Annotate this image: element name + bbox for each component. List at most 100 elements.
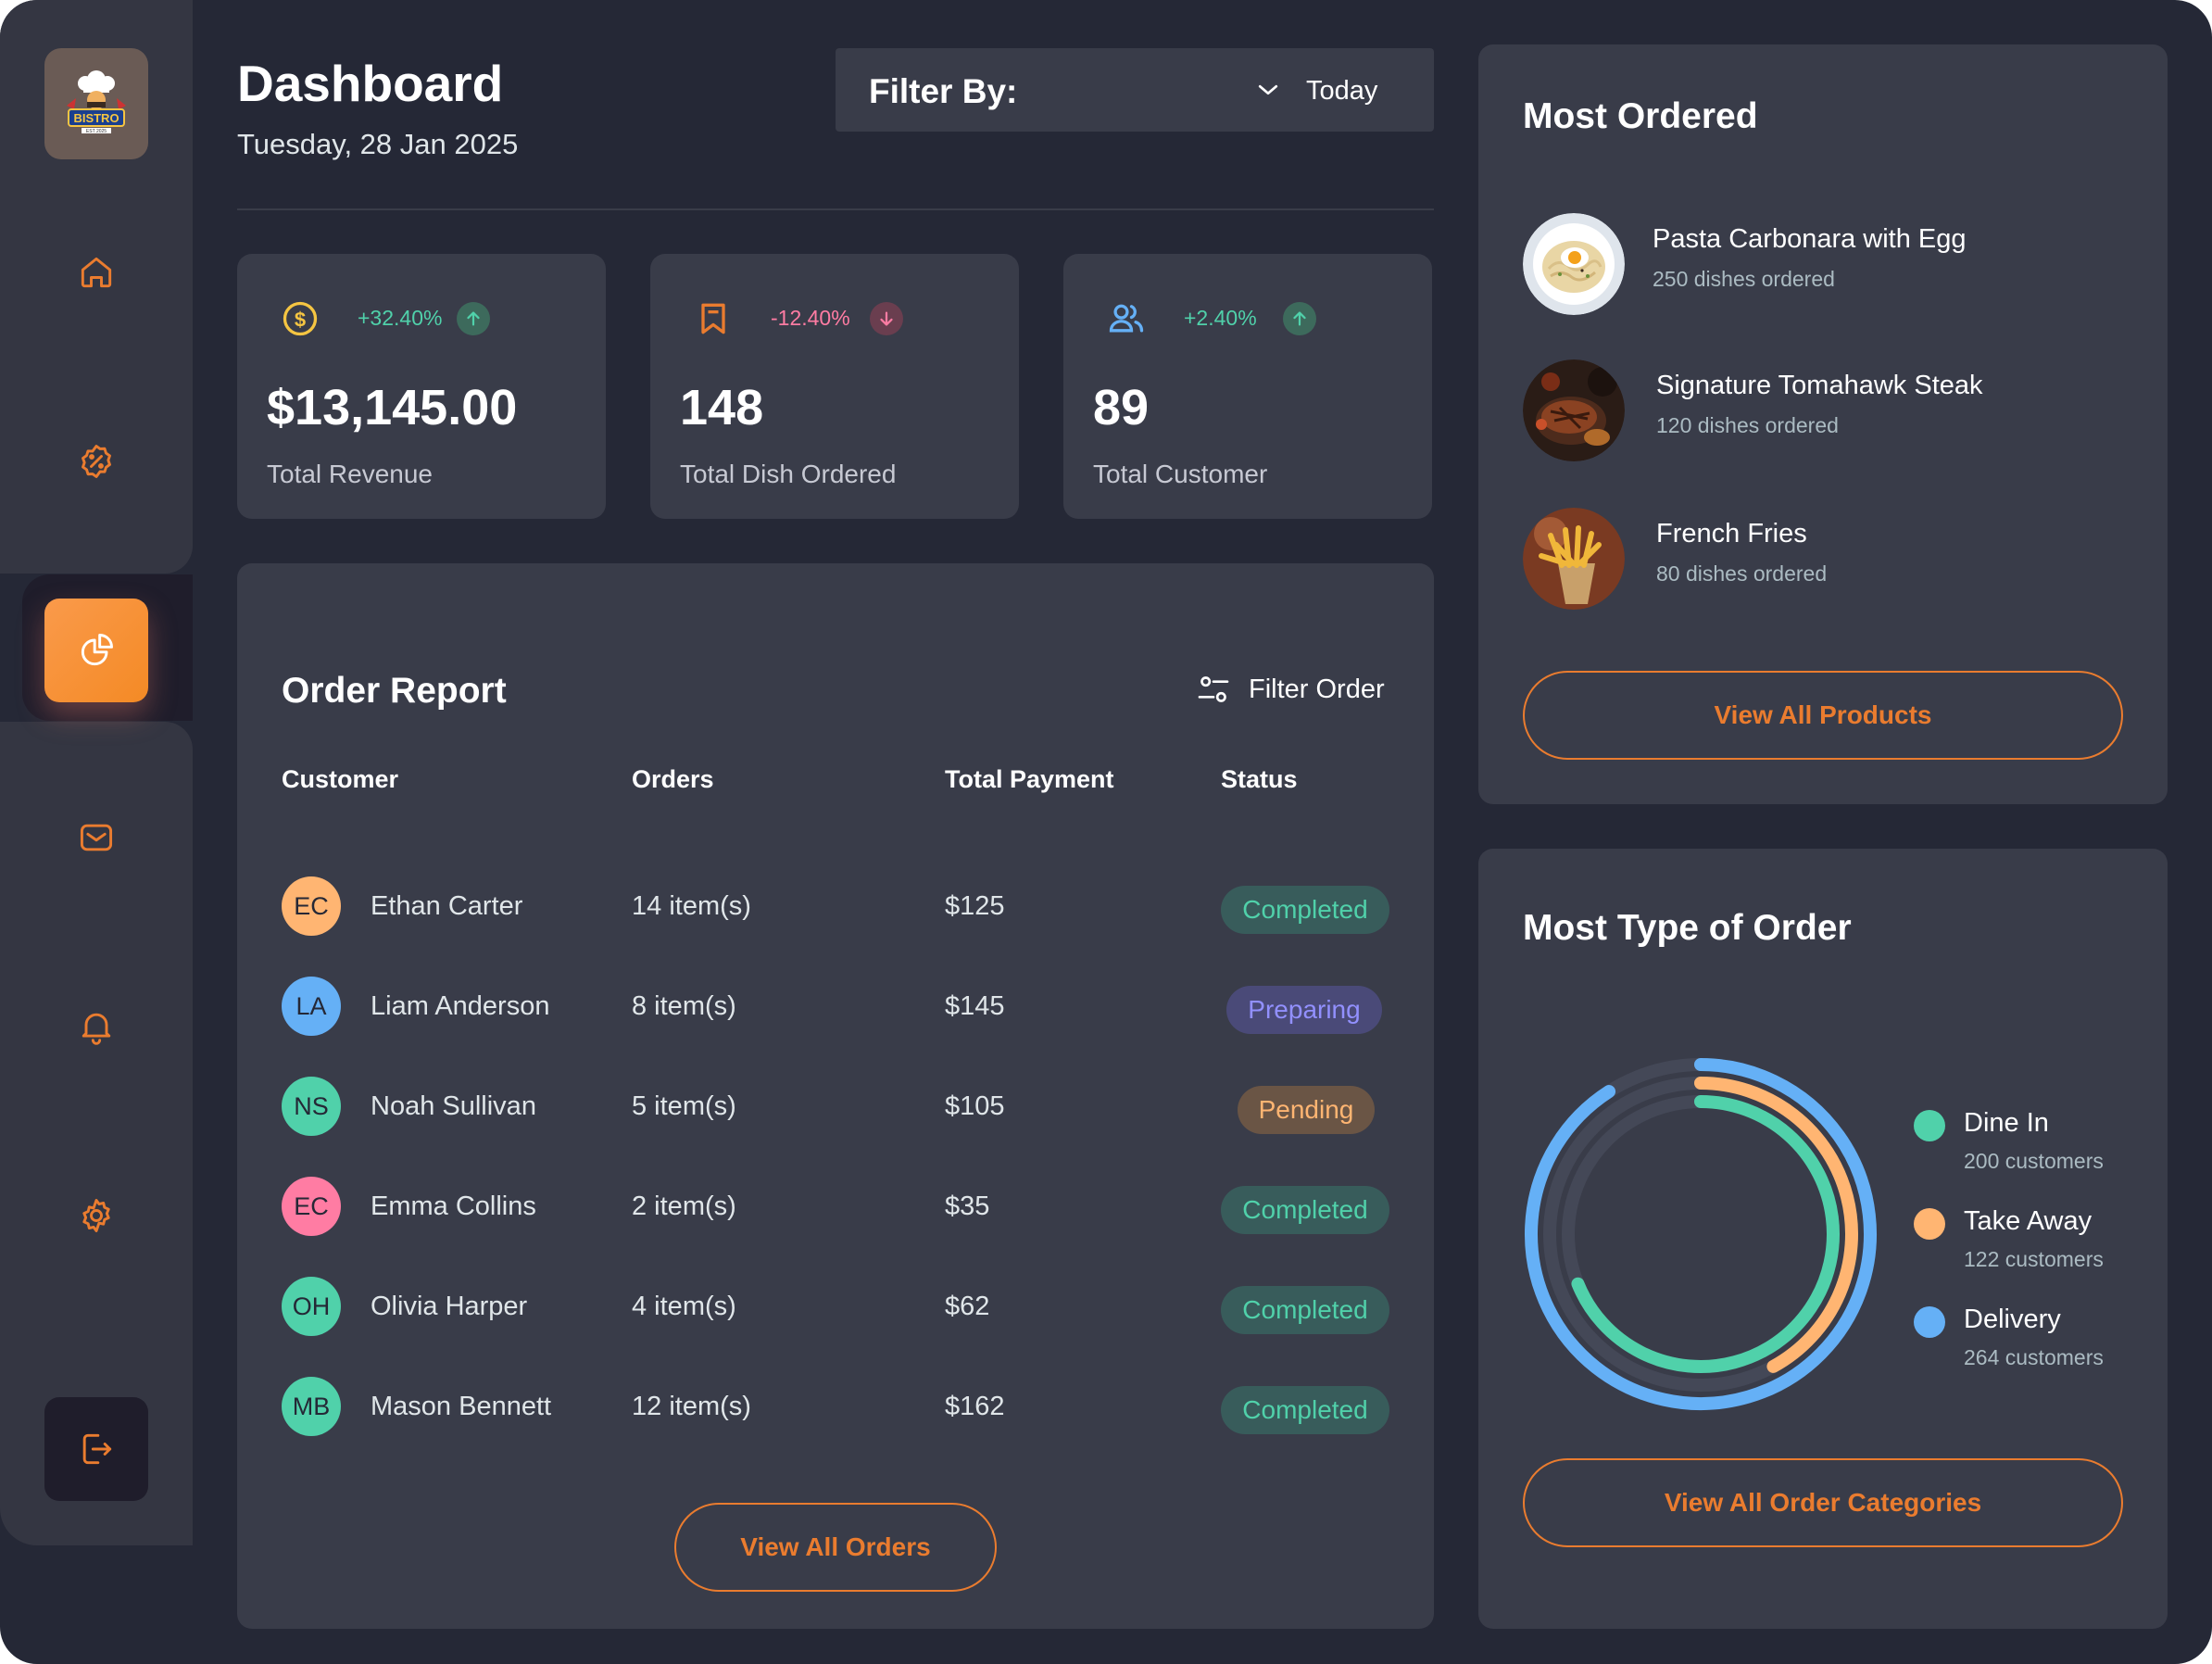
legend-dot bbox=[1914, 1208, 1945, 1240]
home-icon bbox=[81, 257, 112, 288]
stat-change: +32.40% bbox=[358, 306, 443, 330]
order-report-title: Order Report bbox=[282, 671, 507, 711]
stat-label: Total Dish Ordered bbox=[680, 460, 897, 488]
customer-name: Liam Anderson bbox=[371, 991, 550, 1021]
filter-label: Filter By: bbox=[869, 72, 1018, 110]
status-badge: Pending bbox=[1238, 1086, 1375, 1134]
svg-text:$: $ bbox=[295, 308, 306, 331]
sidebar-item-notifications[interactable] bbox=[44, 975, 148, 1078]
most-ordered-panel: Most Ordered Pasta Carbonara with Egg 25… bbox=[1478, 44, 2168, 804]
payment-amount: $125 bbox=[945, 891, 1005, 921]
payment-amount: $105 bbox=[945, 1091, 1005, 1121]
table-row[interactable]: LA Liam Anderson 8 item(s) $145 Preparin… bbox=[237, 969, 1434, 1043]
bookmark-icon bbox=[701, 303, 725, 334]
order-count: 4 item(s) bbox=[632, 1292, 736, 1321]
stat-card-dishes: -12.40% 148 Total Dish Ordered bbox=[650, 254, 1019, 519]
filter-order-button[interactable]: Filter Order bbox=[1195, 671, 1385, 708]
order-count: 5 item(s) bbox=[632, 1091, 736, 1121]
list-item[interactable]: Pasta Carbonara with Egg 250 dishes orde… bbox=[1523, 213, 2116, 317]
radial-bar-delivery bbox=[1525, 1058, 1877, 1410]
payment-amount: $35 bbox=[945, 1191, 990, 1221]
header-divider bbox=[237, 208, 1434, 210]
avatar: OH bbox=[282, 1277, 341, 1336]
chef-logo-icon: BISTRO EST 2025 bbox=[67, 70, 126, 134]
avatar: MB bbox=[282, 1377, 341, 1436]
sidebar-item-discount[interactable] bbox=[44, 410, 148, 513]
stat-value: $13,145.00 bbox=[267, 380, 518, 435]
sliders-icon bbox=[1198, 676, 1229, 702]
arrow-down-icon bbox=[870, 302, 903, 335]
customer-name: Olivia Harper bbox=[371, 1292, 528, 1321]
customer-name: Emma Collins bbox=[371, 1191, 536, 1221]
dish-name: Signature Tomahawk Steak bbox=[1656, 371, 1983, 400]
dish-name: Pasta Carbonara with Egg bbox=[1653, 224, 1967, 254]
column-header-customer: Customer bbox=[282, 765, 399, 793]
sidebar-item-dashboard[interactable] bbox=[44, 599, 148, 702]
most-ordered-title: Most Ordered bbox=[1523, 96, 1758, 136]
legend-dot bbox=[1914, 1110, 1945, 1141]
logout-icon bbox=[82, 1433, 112, 1465]
legend-item-dine-in: Dine In 200 customers bbox=[1914, 1104, 2155, 1188]
sidebar-item-settings[interactable] bbox=[44, 1164, 148, 1267]
status-badge: Completed bbox=[1221, 1186, 1389, 1234]
customer-name: Mason Bennett bbox=[371, 1392, 552, 1421]
table-row[interactable]: EC Ethan Carter 14 item(s) $125 Complete… bbox=[237, 869, 1434, 943]
table-row[interactable]: EC Emma Collins 2 item(s) $35 Completed bbox=[237, 1169, 1434, 1243]
customer-name: Noah Sullivan bbox=[371, 1091, 536, 1121]
order-count: 12 item(s) bbox=[632, 1392, 751, 1421]
stat-value: 89 bbox=[1093, 380, 1150, 435]
sidebar-item-messages[interactable] bbox=[44, 786, 148, 889]
view-all-products-button[interactable]: View All Products bbox=[1523, 671, 2123, 760]
order-count: 8 item(s) bbox=[632, 991, 736, 1021]
list-item[interactable]: French Fries 80 dishes ordered bbox=[1523, 508, 2116, 611]
french-fries-image bbox=[1523, 508, 1625, 610]
status-badge: Preparing bbox=[1226, 986, 1382, 1034]
arrow-up-icon bbox=[457, 302, 490, 335]
brand-logo[interactable]: BISTRO EST 2025 bbox=[44, 48, 148, 159]
chevron-down-icon bbox=[1258, 84, 1278, 95]
current-date: Tuesday, 28 Jan 2025 bbox=[237, 128, 519, 160]
sidebar-item-logout[interactable] bbox=[44, 1397, 148, 1501]
table-row[interactable]: OH Olivia Harper 4 item(s) $62 Completed bbox=[237, 1269, 1434, 1343]
status-badge: Completed bbox=[1221, 1386, 1389, 1434]
legend-name: Take Away bbox=[1964, 1206, 2093, 1236]
list-item[interactable]: Signature Tomahawk Steak 120 dishes orde… bbox=[1523, 359, 2116, 463]
dashboard-app: BISTRO EST 2025 Dashboard Tuesday, 28 Ja… bbox=[0, 0, 2212, 1664]
table-row[interactable]: NS Noah Sullivan 5 item(s) $105 Pending bbox=[237, 1069, 1434, 1143]
order-count: 2 item(s) bbox=[632, 1191, 736, 1221]
legend-item-take-away: Take Away 122 customers bbox=[1914, 1203, 2155, 1286]
dish-order-count: 120 dishes ordered bbox=[1656, 413, 1839, 437]
payment-amount: $145 bbox=[945, 991, 1005, 1021]
payment-amount: $62 bbox=[945, 1292, 990, 1321]
dish-order-count: 250 dishes ordered bbox=[1653, 267, 1835, 291]
sidebar-item-home[interactable] bbox=[44, 221, 148, 324]
stat-card-customers: +2.40% 89 Total Customer bbox=[1063, 254, 1432, 519]
dish-name: French Fries bbox=[1656, 519, 1807, 548]
status-badge: Completed bbox=[1221, 886, 1389, 934]
view-all-order-categories-button[interactable]: View All Order Categories bbox=[1523, 1458, 2123, 1547]
legend-name: Dine In bbox=[1964, 1108, 2049, 1138]
date-filter-dropdown[interactable]: Filter By: Today bbox=[836, 48, 1434, 132]
stat-change: +2.40% bbox=[1184, 306, 1257, 330]
pie-chart-icon bbox=[81, 634, 113, 666]
order-types-panel: Most Type of Order Dine In 200 customers… bbox=[1478, 849, 2168, 1629]
table-row[interactable]: MB Mason Bennett 12 item(s) $162 Complet… bbox=[237, 1369, 1434, 1443]
stat-change: -12.40% bbox=[771, 306, 850, 330]
legend-name: Delivery bbox=[1964, 1305, 2061, 1334]
order-type-radial-chart bbox=[1525, 1058, 1877, 1410]
legend-value: 200 customers bbox=[1964, 1149, 2104, 1173]
avatar: LA bbox=[282, 977, 341, 1036]
column-header-orders: Orders bbox=[632, 765, 714, 793]
column-header-status: Status bbox=[1221, 765, 1298, 793]
arrow-up-icon bbox=[1283, 302, 1316, 335]
avatar: EC bbox=[282, 1177, 341, 1236]
gear-icon bbox=[82, 1199, 110, 1232]
avatar: EC bbox=[282, 876, 341, 936]
pasta-carbonara-image bbox=[1523, 213, 1625, 315]
view-all-orders-button[interactable]: View All Orders bbox=[674, 1503, 997, 1592]
column-header-payment: Total Payment bbox=[945, 765, 1114, 793]
order-report-panel: Order Report Filter Order Customer Order… bbox=[237, 563, 1434, 1629]
avatar: NS bbox=[282, 1077, 341, 1136]
stat-label: Total Customer bbox=[1093, 460, 1268, 488]
order-count: 14 item(s) bbox=[632, 891, 751, 921]
